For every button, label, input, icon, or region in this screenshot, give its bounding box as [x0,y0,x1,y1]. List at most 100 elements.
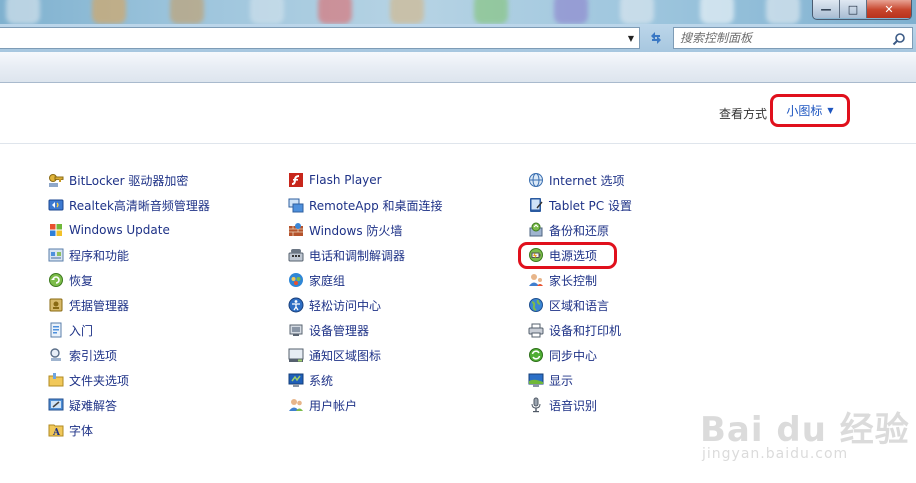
internet-options-icon [529,173,543,187]
item-label: Realtek高清晰音频管理器 [69,198,210,213]
address-bar[interactable]: ▼ [0,27,640,49]
item-system[interactable]: 系统 [288,371,333,389]
firewall-icon [289,223,303,236]
item-label: 用户帐户 [309,398,358,413]
item-label: 区域和语言 [549,298,610,313]
search-icon[interactable] [892,32,906,46]
programs-icon [48,248,64,262]
item-speech-recognition[interactable]: 语音识别 [528,396,597,414]
folder-options-icon [48,373,64,387]
item-label: 设备管理器 [309,323,370,338]
fonts-icon: A [48,424,64,438]
item-notification-area[interactable]: 通知区域图标 [288,346,381,364]
item-label: 索引选项 [69,348,118,363]
close-button[interactable]: ✕ [867,0,911,18]
item-label: 语音识别 [549,398,598,413]
item-credential-manager[interactable]: 凭据管理器 [48,296,129,314]
getting-started-icon [50,322,62,338]
view-mode-dropdown[interactable]: 小图标 ▼ [770,94,850,127]
item-indexing[interactable]: 索引选项 [48,346,117,364]
credential-icon [49,298,63,312]
item-label: BitLocker 驱动器加密 [69,173,189,188]
item-tablet-pc[interactable]: Tablet PC 设置 [528,196,632,214]
item-folder-options[interactable]: 文件夹选项 [48,371,129,389]
item-label: 通知区域图标 [309,348,382,363]
item-homegroup[interactable]: 家庭组 [288,271,345,289]
item-label: 凭据管理器 [69,298,130,313]
user-accounts-icon [289,399,303,411]
view-by-label: 查看方式 [719,107,768,121]
item-label: RemoteApp 和桌面连接 [309,198,443,213]
item-user-accounts[interactable]: 用户帐户 [288,396,357,414]
item-label: 设备和打印机 [549,323,622,338]
item-programs[interactable]: 程序和功能 [48,246,129,264]
watermark-url: jingyan.baidu.com [702,446,849,462]
item-firewall[interactable]: Windows 防火墙 [288,221,402,239]
item-parental-controls[interactable]: 家长控制 [528,271,597,289]
item-label: 家长控制 [549,273,598,288]
item-troubleshooting[interactable]: 疑难解答 [48,396,117,414]
item-label: 恢复 [69,273,94,288]
item-sync-center[interactable]: 同步中心 [528,346,597,364]
item-label: 电源选项 [549,248,598,263]
item-label: 显示 [549,373,574,388]
windows-update-icon [50,224,62,236]
bitlocker-key-icon [49,174,64,187]
recovery-icon [49,273,63,287]
item-label: 入门 [69,323,94,338]
realtek-audio-icon [48,199,64,211]
item-label: 备份和还原 [549,223,610,238]
item-flash-player[interactable]: Flash Player [288,171,382,189]
refresh-button[interactable] [644,27,668,49]
item-remoteapp[interactable]: RemoteApp 和桌面连接 [288,196,443,214]
item-bitlocker[interactable]: BitLocker 驱动器加密 [48,171,188,189]
item-phone-modem[interactable]: 电话和调制解调器 [288,246,405,264]
baidu-watermark: Bai du 经验 jingyan.baidu.com [700,402,910,472]
item-fonts[interactable]: A 字体 [48,421,93,439]
caret-down-icon: ▼ [827,106,834,115]
item-label: Internet 选项 [549,173,625,188]
power-options-icon [529,248,543,262]
item-region-language[interactable]: 区域和语言 [528,296,609,314]
remoteapp-icon [288,198,304,213]
item-label: 疑难解答 [69,398,118,413]
devices-printers-icon [528,323,544,338]
item-label: Flash Player [309,173,382,187]
maximize-button[interactable]: □ [840,0,867,18]
command-bar [0,52,916,83]
svg-text:A: A [52,428,61,438]
item-devices-printers[interactable]: 设备和打印机 [528,321,621,339]
notification-area-icon [288,348,304,362]
item-label: 系统 [309,373,334,388]
item-windows-update[interactable]: Windows Update [48,221,170,239]
device-manager-icon [289,324,303,336]
ease-of-access-icon [288,297,304,313]
minimize-button[interactable]: — [813,0,840,18]
window-caption-buttons: — □ ✕ [812,0,912,20]
system-icon [288,373,304,387]
item-label: 同步中心 [549,348,598,363]
item-device-manager[interactable]: 设备管理器 [288,321,369,339]
item-display[interactable]: 显示 [528,371,573,389]
item-realtek-audio[interactable]: Realtek高清晰音频管理器 [48,196,210,214]
refresh-icon [651,32,661,44]
search-box[interactable] [673,27,913,49]
view-mode-value: 小图标 [786,104,823,118]
watermark-brand: Bai du 经验 [700,410,910,450]
item-internet-options[interactable]: Internet 选项 [528,171,624,189]
item-label: 家庭组 [309,273,346,288]
chevron-down-icon[interactable]: ▼ [625,32,637,44]
item-power-options[interactable]: 电源选项 [528,246,597,264]
homegroup-icon [289,273,303,287]
item-ease-of-access[interactable]: 轻松访问中心 [288,296,381,314]
parental-controls-icon [529,274,543,286]
item-label: 文件夹选项 [69,373,130,388]
item-label: Tablet PC 设置 [549,198,632,213]
search-input[interactable] [680,29,880,47]
item-getting-started[interactable]: 入门 [48,321,93,339]
tablet-pc-icon [530,198,543,212]
item-label: Windows Update [69,223,170,237]
item-recovery[interactable]: 恢复 [48,271,93,289]
indexing-icon [50,348,61,361]
item-backup-restore[interactable]: 备份和还原 [528,221,609,239]
